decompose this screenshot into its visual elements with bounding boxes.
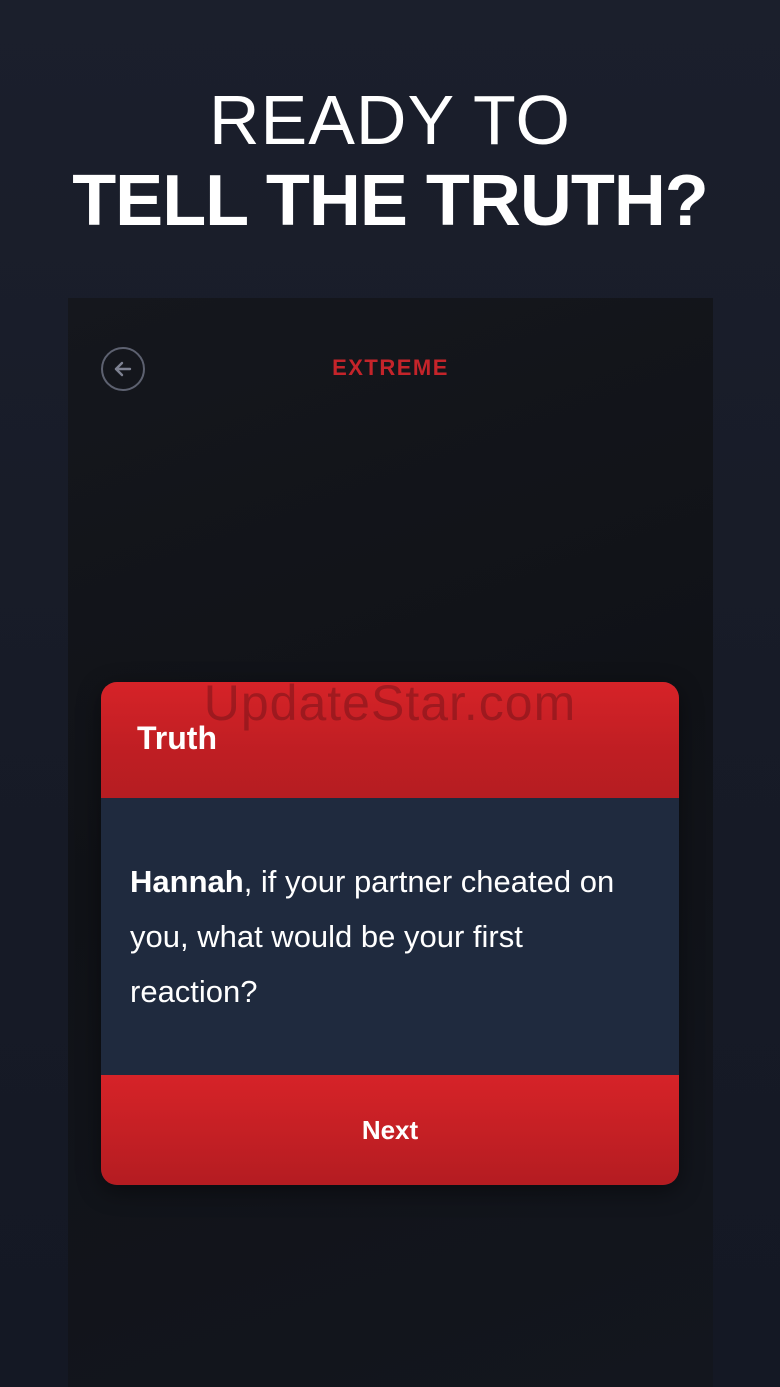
player-name: Hannah xyxy=(130,864,244,899)
difficulty-level-label: EXTREME xyxy=(332,355,449,380)
promo-headline: READY TO TELL THE TRUTH? xyxy=(0,80,780,242)
card-body: Hannah, if your partner cheated on you, … xyxy=(101,798,679,1075)
headline-line-1: READY TO xyxy=(208,81,572,159)
truth-card: UpdateStar.com Truth Hannah, if your par… xyxy=(101,682,679,1185)
card-header: UpdateStar.com Truth xyxy=(101,682,679,798)
headline-line-2: TELL THE TRUTH? xyxy=(72,161,709,241)
question-text: Hannah, if your partner cheated on you, … xyxy=(130,854,640,1019)
card-title: Truth xyxy=(137,720,217,756)
app-screen: EXTREME UpdateStar.com Truth Hannah, if … xyxy=(68,298,713,1387)
next-button[interactable]: Next xyxy=(101,1075,679,1185)
